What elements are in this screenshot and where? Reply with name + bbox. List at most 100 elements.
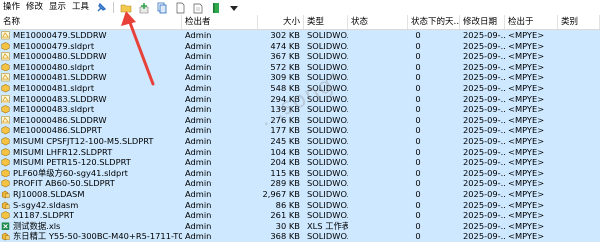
toolbar: 操作 修改 显示 工具 — [0, 0, 600, 15]
file-name[interactable]: X1187.SLDPRT — [10, 210, 182, 221]
table-row[interactable]: 东日精工 Y55-50-300BC-M40+R5-1711-T0092.slda… — [0, 231, 600, 242]
menu-operate[interactable]: 操作 — [0, 0, 23, 15]
drawing-file-icon — [1, 94, 10, 104]
checked-out-in: <MPYE> — [508, 104, 545, 115]
table-row[interactable]: PLF60单级方60-sgy41.sldprt Admin 115 KB SOLIDW… — [0, 167, 600, 179]
dropdown-arrow-icon[interactable] — [228, 2, 240, 14]
state-days: 0 — [415, 51, 421, 62]
file-name[interactable]: 测试数据.xls — [10, 221, 182, 232]
checked-out-in: <MPYE> — [508, 210, 545, 221]
table-row[interactable]: ME10000480.sldprtAdmin572 KBSOLIDWO...02… — [0, 61, 600, 73]
table-row[interactable]: ME10000479.SLDDRWAdmin 302 KB SOLIDWO... 0 2… — [0, 30, 600, 41]
file-name[interactable]: ME10000486.SLDDRW — [10, 115, 182, 126]
file-size: 30 KB — [275, 220, 300, 231]
file-name[interactable]: ME10000481.sldprt — [10, 83, 182, 94]
column-checked-out-in[interactable]: 检出于 — [505, 15, 558, 29]
modified-date: 2025-09-... — [463, 40, 505, 51]
green-book-icon[interactable] — [210, 2, 222, 14]
table-row[interactable]: PROFIT AB60-50.SLDPRTAdmin 289 KB SOLIDWO.… — [0, 178, 600, 189]
folder-icon[interactable] — [120, 2, 132, 14]
file-name[interactable]: RJ10008.SLDASM — [10, 189, 182, 200]
file-name[interactable]: MISUMI LHFR12.SLDPRT — [10, 147, 182, 158]
part-file-icon — [1, 147, 10, 157]
table-row[interactable]: MISUMI CPSFJT12-100-M5.SLDPRT Admin 245 KB… — [0, 136, 600, 147]
file-type: XLS 工作表 — [307, 220, 348, 231]
modified-date: 2025-09-... — [463, 30, 505, 40]
drawing-file-icon — [1, 52, 10, 61]
checked-out-in: <MPYE> — [508, 136, 545, 146]
file-type: SOLIDWO... — [307, 114, 348, 125]
checked-out-in: <MPYE> — [508, 146, 545, 157]
file-size: 368 KB — [270, 231, 300, 242]
table-row[interactable]: ME10000480.SLDDRWAdmin 367 KB SOLIDWO... 0 2… — [0, 51, 600, 62]
column-size[interactable]: 大小 — [258, 15, 304, 29]
checked-out-in: <MPYE> — [508, 51, 545, 62]
file-name[interactable]: PLF60单级方60-sgy41.sldprt — [10, 168, 182, 179]
file-name[interactable]: ME10000479.SLDDRW — [10, 30, 182, 41]
table-row[interactable]: S-sgy42.sldasmAdmin 86 KB SOLIDWO... 0 2025-… — [0, 199, 600, 211]
table-row[interactable]: X1187.SLDPRTAdmin 261 KB SOLIDWO... 0 2025-0… — [0, 210, 600, 221]
file-name[interactable]: PROFIT AB60-50.SLDPRT — [10, 178, 182, 189]
state-days: 0 — [415, 30, 421, 40]
menu-tools[interactable]: 工具 — [69, 0, 92, 15]
checked-out-by: Admin — [185, 231, 212, 242]
table-row[interactable]: MISUMI LHFR12.SLDPRTAdmin 104 KB SOLIDWO..… — [0, 146, 600, 158]
checked-out-in: <MPYE> — [508, 61, 545, 72]
file-type: SOLIDWO... — [307, 40, 348, 51]
file-name[interactable]: S-sgy42.sldasm — [10, 200, 182, 211]
document-icon[interactable] — [174, 2, 186, 14]
file-name[interactable]: ME10000483.sldprt — [10, 104, 182, 115]
column-modified[interactable]: 修改日期 — [460, 15, 505, 29]
checked-out-by: Admin — [185, 146, 212, 157]
file-name[interactable]: ME10000483.SLDDRW — [10, 94, 182, 105]
file-name[interactable]: ME10000486.SLDPRT — [10, 125, 182, 136]
table-row[interactable]: ME10000486.SLDPRTAdmin177 KBSOLIDWO...02… — [0, 125, 600, 136]
checked-out-by: Admin — [185, 83, 212, 93]
file-type: SOLIDWO... — [307, 30, 348, 40]
column-checked-out-by[interactable]: 检出者 — [182, 15, 258, 29]
paste-icon[interactable] — [192, 2, 204, 14]
table-row[interactable]: ME10000486.SLDDRWAdmin276 KBSOLIDWO...02… — [0, 114, 600, 126]
file-name[interactable]: 东日精工 Y55-50-300BC-M40+R5-1711-T0092.slda… — [10, 231, 182, 242]
table-row[interactable]: RJ10008.SLDASMAdmin 2,967 KB SOLIDWO... 0 20… — [0, 189, 600, 200]
column-state-days[interactable]: 状态下的天… — [408, 15, 460, 29]
table-row[interactable]: MISUMI PETR15-120.SLDPRT Admin 204 KB SOLID… — [0, 157, 600, 168]
column-state[interactable]: 状态 — [348, 15, 408, 29]
modified-date: 2025-09-... — [463, 231, 505, 242]
checked-out-in: <MPYE> — [508, 72, 545, 83]
file-size: 245 KB — [270, 136, 300, 146]
checked-out-in: <MPYE> — [508, 189, 545, 199]
file-name[interactable]: ME10000480.sldprt — [10, 62, 182, 73]
file-name[interactable]: MISUMI CPSFJT12-100-M5.SLDPRT — [10, 136, 182, 147]
checked-out-by: Admin — [185, 104, 212, 115]
table-row[interactable]: ME10000479.sldprtAdmin 474 KB SOLIDWO... 0 2… — [0, 40, 600, 52]
modified-date: 2025-09-... — [463, 178, 505, 189]
checked-out-in: <MPYE> — [508, 231, 545, 242]
file-name[interactable]: MISUMI PETR15-120.SLDPRT — [10, 157, 182, 168]
checked-out-in: <MPYE> — [508, 30, 545, 40]
column-type[interactable]: 类型 — [304, 15, 348, 29]
checked-out-in: <MPYE> — [508, 167, 545, 178]
column-name[interactable]: 名称 — [0, 15, 182, 29]
menu-modify[interactable]: 修改 — [23, 0, 46, 15]
table-row[interactable]: 测试数据.xls Admin 30 KB XLS 工作表 0 2025-09-... <MP… — [0, 220, 600, 232]
table-row[interactable]: ME10000481.SLDDRWAdmin309 KBSOLIDWO...02… — [0, 72, 600, 83]
copy-icon[interactable] — [156, 2, 168, 14]
column-category[interactable]: 类别 — [558, 15, 600, 29]
file-size: 572 KB — [270, 61, 300, 72]
file-name[interactable]: ME10000481.SLDDRW — [10, 72, 182, 83]
state-days: 0 — [415, 72, 421, 83]
file-name[interactable]: ME10000479.sldprt — [10, 41, 182, 52]
modified-date: 2025-09-... — [463, 157, 505, 168]
excel-file-icon — [1, 222, 10, 231]
pin-icon[interactable] — [95, 2, 107, 14]
add-file-icon[interactable] — [138, 2, 150, 14]
checked-out-by: Admin — [185, 220, 212, 231]
drawing-file-icon — [1, 73, 10, 82]
checked-out-by: Admin — [185, 125, 212, 136]
modified-date: 2025-09-... — [463, 146, 505, 157]
file-name[interactable]: ME10000480.SLDDRW — [10, 51, 182, 62]
file-type: SOLIDWO... — [307, 136, 348, 146]
part-file-icon — [1, 126, 10, 135]
menu-display[interactable]: 显示 — [46, 0, 69, 15]
